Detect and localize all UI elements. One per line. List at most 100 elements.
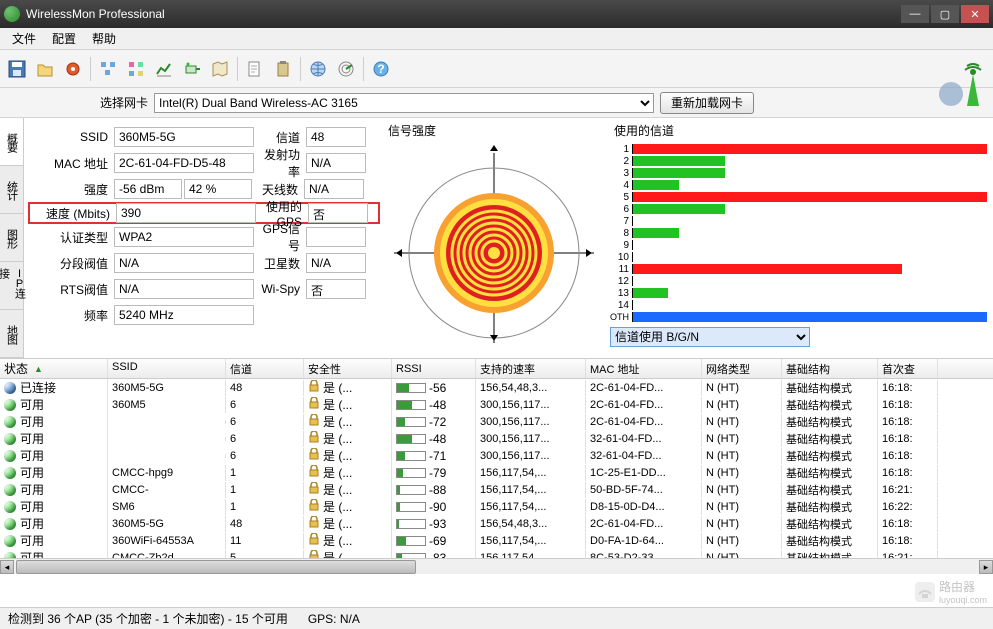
nodes-icon[interactable] [97,58,119,80]
cell-firstseen: 16:18: [878,380,938,396]
scroll-left-arrow-icon[interactable]: ◂ [0,560,14,574]
menu-help[interactable]: 帮助 [84,28,124,49]
speed-value: 390 [116,203,256,223]
list-header: 状态▲ SSID 信道 安全性 RSSI 支持的速率 MAC 地址 网络类型 基… [0,359,993,379]
scroll-right-arrow-icon[interactable]: ▸ [979,560,993,574]
vtab-map[interactable]: 地图 [0,310,23,358]
horizontal-scrollbar[interactable]: ◂ ▸ [0,558,993,574]
cell-rssi: -83 [392,549,476,559]
channel-number: 4 [610,180,632,191]
cell-ssid: CMCC- [108,482,226,498]
col-state[interactable]: 状态▲ [0,359,108,378]
open-icon[interactable] [34,58,56,80]
status-dot-icon [4,399,16,411]
save-icon[interactable] [6,58,28,80]
network-list[interactable]: 状态▲ SSID 信道 安全性 RSSI 支持的速率 MAC 地址 网络类型 基… [0,358,993,558]
lock-icon [308,465,320,480]
table-row[interactable]: 可用CMCC-Zb2d5是 (...-83156,117,54,...8C-53… [0,549,993,558]
vtab-ip[interactable]: IP连接 [0,262,23,310]
cell-ssid: CMCC-hpg9 [108,465,226,481]
cell-rssi: -88 [392,481,476,499]
col-rssi[interactable]: RSSI [392,359,476,378]
export-icon[interactable] [244,58,266,80]
cell-firstseen: 16:18: [878,448,938,464]
reload-adapter-button[interactable]: 重新加载网卡 [660,92,754,114]
channel-bar [633,192,987,202]
col-channel[interactable]: 信道 [226,359,304,378]
list-body: 已连接360M5-5G48是 (...-56156,54,48,3...2C-6… [0,379,993,558]
table-row[interactable]: 可用CMCC-hpg91是 (...-79156,117,54,...1C-25… [0,464,993,481]
frag-label: 分段阀值 [30,255,114,272]
connect-icon[interactable] [181,58,203,80]
col-nettype[interactable]: 网络类型 [702,359,782,378]
ssid-value: 360M5-5G [114,127,254,147]
globe-icon[interactable] [307,58,329,80]
table-row[interactable]: 可用6是 (...-48300,156,117...32-61-04-FD...… [0,430,993,447]
menu-config[interactable]: 配置 [44,28,84,49]
close-button[interactable]: ✕ [961,5,989,23]
help-icon[interactable]: ? [370,58,392,80]
clipboard-icon[interactable] [272,58,294,80]
table-row[interactable]: 可用360M56是 (...-48300,156,117...2C-61-04-… [0,396,993,413]
radar-icon[interactable] [335,58,357,80]
channel-bar [633,204,725,214]
col-ssid[interactable]: SSID [108,359,226,378]
chart-icon[interactable] [153,58,175,80]
channel-bar-row: 10 [610,251,987,263]
status-dot-icon [4,416,16,428]
col-rates[interactable]: 支持的速率 [476,359,586,378]
status-dot-icon [4,518,16,530]
vtab-stats[interactable]: 统计 [0,166,23,214]
channel-bar-row: 9 [610,239,987,251]
cell-channel: 48 [226,516,304,532]
vertical-tabs: 概要 统计 图形 IP连接 地图 [0,118,24,358]
window-buttons: — ▢ ✕ [901,5,989,23]
vtab-graph[interactable]: 图形 [0,214,23,262]
auth-label: 认证类型 [30,229,114,246]
channel-number: 2 [610,156,632,167]
cell-ssid [108,454,226,458]
adapter-select[interactable]: Intel(R) Dual Band Wireless-AC 3165 [154,93,654,113]
cell-nettype: N (HT) [702,482,782,498]
col-firstseen[interactable]: 首次查 [878,359,938,378]
signal-panel: 信号强度 [384,118,604,358]
table-row[interactable]: 已连接360M5-5G48是 (...-56156,54,48,3...2C-6… [0,379,993,396]
rssi-bar [396,434,426,444]
cell-rssi: -90 [392,498,476,516]
status-dot-icon [4,450,16,462]
cell-channel: 1 [226,499,304,515]
col-infra[interactable]: 基础结构 [782,359,878,378]
cell-rssi: -56 [392,379,476,397]
col-security[interactable]: 安全性 [304,359,392,378]
table-row[interactable]: 可用360M5-5G48是 (...-93156,54,48,3...2C-61… [0,515,993,532]
lock-icon [308,533,320,548]
strength-dbm-value: -56 dBm [114,179,182,199]
col-mac[interactable]: MAC 地址 [586,359,702,378]
nodes2-icon[interactable] [125,58,147,80]
channel-bar [633,168,725,178]
menu-file[interactable]: 文件 [4,28,44,49]
record-icon[interactable] [62,58,84,80]
table-row[interactable]: 可用360WiFi-64553A11是 (...-69156,117,54,..… [0,532,993,549]
rssi-bar [396,383,426,393]
table-row[interactable]: 可用CMCC-1是 (...-88156,117,54,...50-BD-5F-… [0,481,993,498]
rts-label: RTS阀值 [30,281,114,298]
lock-icon [308,397,320,412]
channel-bar [633,288,668,298]
satellites-label: 卫星数 [256,255,306,272]
cell-nettype: N (HT) [702,465,782,481]
usegps-value: 否 [308,203,368,223]
table-row[interactable]: 可用6是 (...-72300,156,117...2C-61-04-FD...… [0,413,993,430]
vtab-summary[interactable]: 概要 [0,118,23,166]
channel-bar-track [632,144,987,154]
maximize-button[interactable]: ▢ [931,5,959,23]
channel-bar-row: 3 [610,167,987,179]
channel-mode-select[interactable]: 信道使用 B/G/N [610,327,810,347]
map-icon[interactable] [209,58,231,80]
freq-label: 频率 [30,307,114,324]
cell-mac: 2C-61-04-FD... [586,380,702,396]
table-row[interactable]: 可用6是 (...-71300,156,117...32-61-04-FD...… [0,447,993,464]
scrollbar-thumb[interactable] [16,560,416,574]
table-row[interactable]: 可用SM61是 (...-90156,117,54,...D8-15-0D-D4… [0,498,993,515]
minimize-button[interactable]: — [901,5,929,23]
